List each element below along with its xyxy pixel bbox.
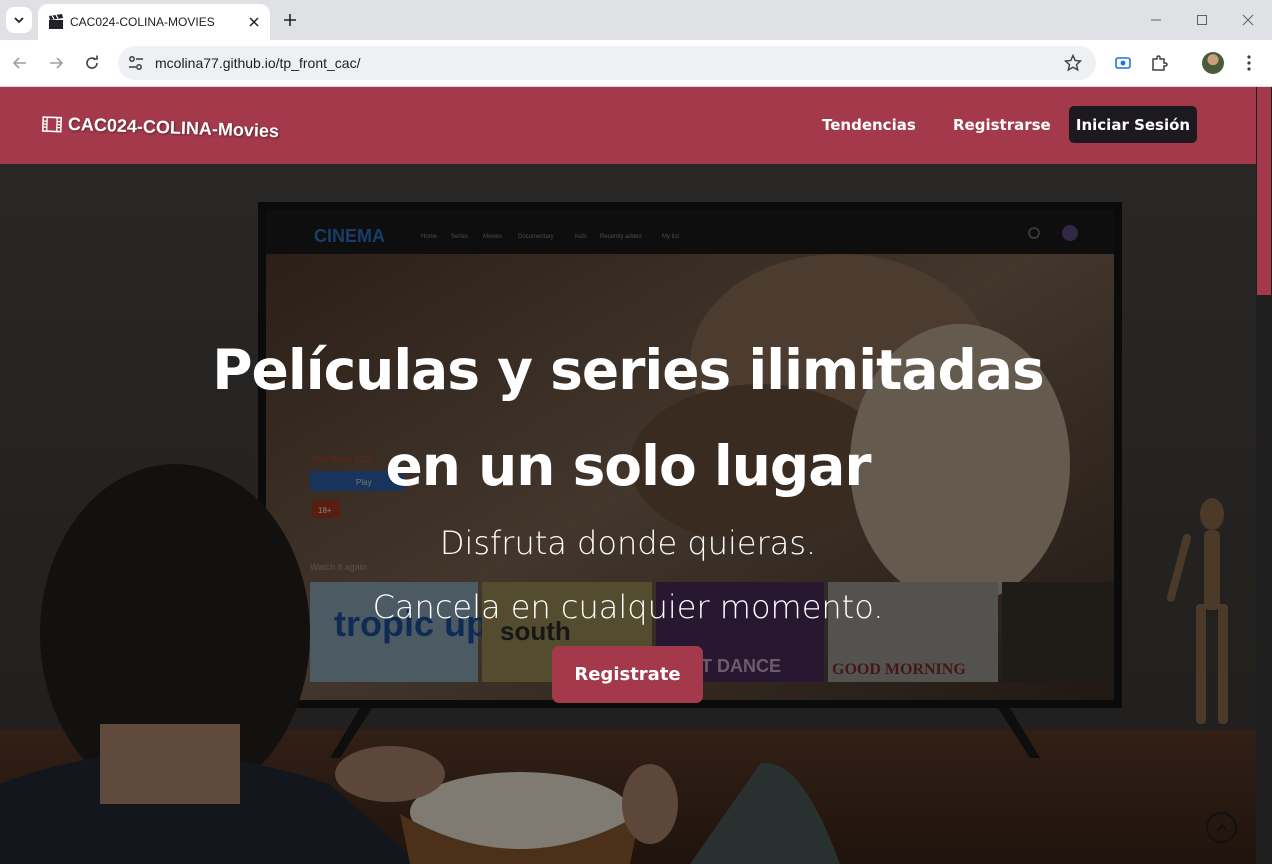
url-text: mcolina77.github.io/tp_front_cac/ [155,55,361,71]
site-settings-icon[interactable] [127,54,145,72]
maximize-button[interactable] [1192,10,1212,30]
arrow-left-icon [12,57,26,69]
address-bar[interactable]: mcolina77.github.io/tp_front_cac/ [118,46,1096,80]
register-cta-button[interactable]: Registrate [552,646,703,703]
film-icon [41,115,63,132]
hero-subtitle-line-2: Cancela en cualquier momento. [372,588,884,626]
puzzle-icon [1152,55,1168,71]
maximize-icon [1197,15,1207,25]
nav-link-registrarse[interactable]: Registrarse [953,116,1051,134]
tab-search-button[interactable] [6,7,32,33]
web-page: CAC024-COLINA-Movies Tendencias Registra… [0,87,1272,864]
browser-tab[interactable]: CAC024-COLINA-MOVIES [38,4,270,40]
hero-title-line-2: en un solo lugar [385,434,872,498]
close-icon [1242,14,1254,26]
new-tab-button[interactable] [280,10,300,30]
browser-toolbar: mcolina77.github.io/tp_front_cac/ [0,40,1272,87]
forward-button[interactable] [45,52,67,74]
back-button[interactable] [9,52,31,74]
minimize-button[interactable] [1146,10,1166,30]
arrow-right-icon [50,57,64,69]
login-button[interactable]: Iniciar Sesión [1069,106,1197,143]
nav-link-tendencias[interactable]: Tendencias [822,116,916,134]
chevron-up-icon [1215,822,1228,832]
browser-tab-bar: CAC024-COLINA-MOVIES [0,0,1272,40]
back-to-top-button[interactable] [1206,812,1237,843]
clapperboard-icon [49,14,63,29]
hero-title-line-1: Películas y series ilimitadas [212,338,1044,402]
tab-close-button[interactable] [246,14,262,30]
brand-name: CAC024-COLINA-Movies [67,113,280,142]
minimize-icon [1151,19,1161,21]
reload-icon [86,55,98,69]
site-header: CAC024-COLINA-Movies Tendencias Registra… [0,87,1256,164]
tab-title: CAC024-COLINA-MOVIES [70,15,215,29]
chevron-down-icon [14,17,24,24]
browser-menu-button[interactable] [1238,52,1260,74]
reload-button[interactable] [81,52,103,74]
profile-avatar[interactable] [1202,52,1224,74]
page-scrollbar-thumb[interactable] [1257,87,1271,295]
plus-icon [284,14,296,26]
hero-background-image: CINEMA Home Series Movies Documentary Ki… [0,164,1256,864]
site-logo-link[interactable]: CAC024-COLINA-Movies [41,113,280,142]
close-icon [249,17,259,27]
more-vert-icon [1247,55,1251,71]
hero-section: CINEMA Home Series Movies Documentary Ki… [0,164,1256,864]
hero-subtitle-line-1: Disfruta donde quieras. [439,524,817,562]
window-close-button[interactable] [1238,10,1258,30]
bookmark-star-icon[interactable] [1064,54,1082,72]
record-icon [1115,57,1131,69]
extensions-button[interactable] [1148,52,1170,74]
screencast-extension-button[interactable] [1112,52,1134,74]
